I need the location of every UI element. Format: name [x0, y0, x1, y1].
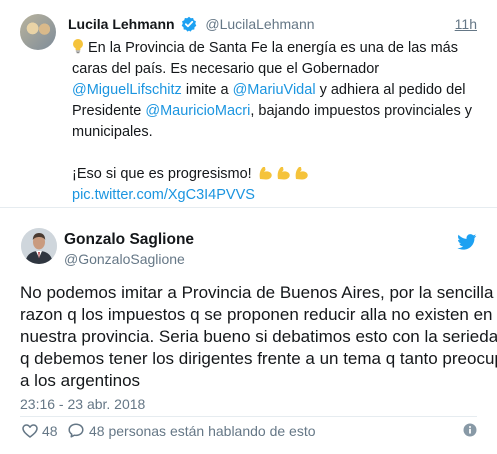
pic-link[interactable]: pic.twitter.com/XgC3I4PVVS	[72, 187, 255, 203]
parent-text-line: ¡Eso si que es progresismo!	[72, 164, 482, 185]
parent-tweet-time[interactable]: 11h	[455, 16, 477, 32]
parent-text-line: municipales.	[72, 122, 482, 143]
mention-link[interactable]: @MariuVidal	[233, 82, 316, 98]
tweet-timestamp[interactable]: 23:16 - 23 abr. 2018	[20, 396, 145, 412]
verified-badge-icon	[182, 16, 197, 32]
parent-text-segment: , bajando impuestos provinciales y	[250, 103, 472, 119]
info-icon[interactable]	[463, 423, 477, 437]
parent-tweet-header: Lucila Lehmann @LucilaLehmann	[68, 16, 315, 32]
flexed-biceps-emoji-icon	[295, 167, 308, 180]
parent-text-segment: imite a	[181, 82, 233, 98]
main-text-line: No podemos imitar a Provincia de Buenos …	[20, 283, 494, 302]
main-text-line: razon q los impuestos q se proponen redu…	[20, 305, 493, 324]
parent-tweet-text: En la Provincia de Santa Fe la energía e…	[72, 38, 482, 206]
heart-icon[interactable]	[22, 424, 38, 438]
parent-text-segment: En la Provincia de Santa Fe la energía e…	[88, 40, 458, 56]
light-bulb-emoji-icon	[73, 39, 83, 54]
parent-text-line: caras del país. Es necesario que el Gobe…	[72, 59, 482, 80]
main-text-line: q debemos tener los dirigentes frente a …	[20, 349, 497, 368]
mention-link[interactable]: @MauricioMacri	[145, 103, 250, 119]
flexed-biceps-emoji-icon	[259, 167, 272, 180]
footer-divider	[20, 416, 477, 417]
main-author-handle[interactable]: @GonzaloSaglione	[64, 251, 185, 267]
person-photo-icon	[21, 228, 57, 264]
people-talking-link[interactable]: 48 personas están hablando de esto	[89, 423, 316, 439]
mention-link[interactable]: @MiguelLifschitz	[72, 82, 182, 98]
flexed-biceps-emoji-icon	[277, 167, 290, 180]
parent-text-segment: caras del país. Es necesario que el Gobe…	[72, 61, 380, 77]
tweet-divider	[0, 207, 497, 208]
parent-text-segment: Presidente	[72, 103, 146, 119]
main-avatar[interactable]	[21, 228, 57, 264]
parent-text-line: pic.twitter.com/XgC3I4PVVS	[72, 185, 482, 206]
parent-text-line: Presidente @MauricioMacri, bajando impue…	[72, 101, 482, 122]
parent-text-segment: y adhiera al pedido del	[315, 82, 466, 98]
parent-author-handle[interactable]: @LucilaLehmann	[205, 16, 314, 32]
main-text-line: nuestra provincia. Seria bueno si debati…	[20, 327, 497, 346]
parent-avatar[interactable]	[20, 14, 56, 50]
speech-bubble-icon[interactable]	[68, 423, 84, 438]
parent-author-name[interactable]: Lucila Lehmann	[68, 16, 175, 32]
parent-closing-text: ¡Eso si que es progresismo!	[72, 166, 252, 182]
main-tweet-text: No podemos imitar a Provincia de Buenos …	[20, 282, 497, 392]
main-text-line: a los argentinos	[20, 371, 141, 390]
parent-text-line: En la Provincia de Santa Fe la energía e…	[72, 38, 482, 59]
parent-tweet[interactable]: Lucila Lehmann @LucilaLehmann 11h En la …	[0, 0, 497, 207]
likes-count[interactable]: 48	[42, 423, 58, 439]
main-author-name[interactable]: Gonzalo Saglione	[64, 231, 194, 249]
parent-text-segment: municipales.	[72, 124, 153, 140]
twitter-bird-icon[interactable]	[457, 234, 477, 250]
parent-text-line: @MiguelLifschitz imite a @MariuVidal y a…	[72, 80, 482, 101]
